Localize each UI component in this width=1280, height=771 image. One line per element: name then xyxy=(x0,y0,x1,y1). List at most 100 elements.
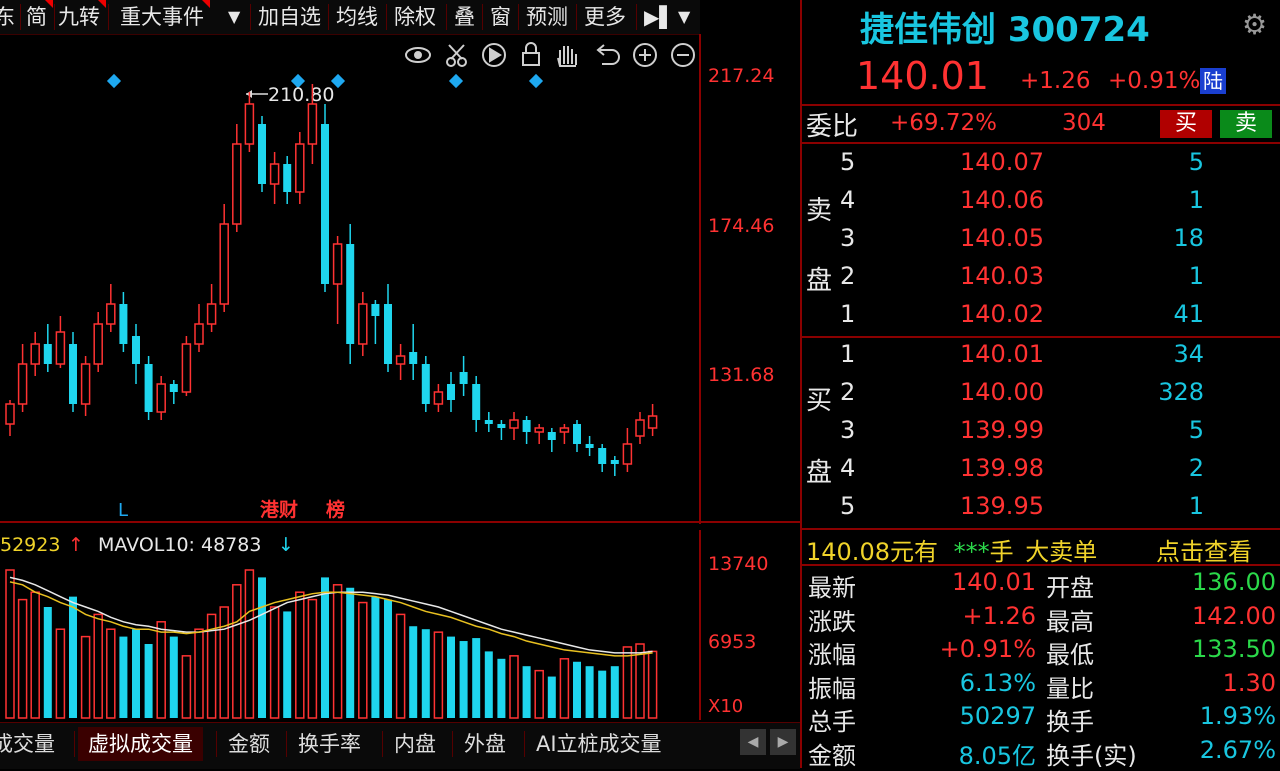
volume-bar[interactable] xyxy=(332,584,343,719)
candle-body[interactable] xyxy=(295,143,305,193)
candle-body[interactable] xyxy=(93,323,103,365)
gear-icon[interactable]: ⚙ xyxy=(1242,8,1267,41)
toolbar-item-overlay[interactable]: 叠 xyxy=(454,3,475,31)
volume-bar[interactable] xyxy=(610,666,619,718)
candle-body[interactable] xyxy=(395,355,406,365)
toolbar-item-window[interactable]: 窗 xyxy=(490,3,511,31)
tab-outer[interactable]: 外盘 xyxy=(464,727,506,761)
candle-body[interactable] xyxy=(384,304,392,364)
candle-body[interactable] xyxy=(421,364,430,404)
event-marker[interactable] xyxy=(528,73,544,89)
volume-bar[interactable] xyxy=(30,591,40,719)
candle-body[interactable] xyxy=(258,124,266,184)
candle-body[interactable] xyxy=(321,124,329,284)
chart-label-l[interactable]: L xyxy=(118,500,128,521)
volume-bar[interactable] xyxy=(156,621,166,719)
play-icon[interactable] xyxy=(482,43,506,67)
tab-amount[interactable]: 金额 xyxy=(228,727,270,761)
candle-body[interactable] xyxy=(307,103,318,145)
volume-bar[interactable] xyxy=(395,613,406,719)
candle-body[interactable] xyxy=(132,336,140,364)
candle-body[interactable] xyxy=(610,460,619,464)
chevron-down-icon[interactable]: ▼ xyxy=(228,3,240,31)
candle-body[interactable] xyxy=(5,403,15,425)
candle-body[interactable] xyxy=(447,384,455,400)
scroll-left-icon[interactable]: ◀ xyxy=(740,729,766,755)
candle-body[interactable] xyxy=(509,419,519,429)
candle-body[interactable] xyxy=(346,244,355,344)
volume-bar[interactable] xyxy=(409,626,418,718)
candle-body[interactable] xyxy=(484,420,493,424)
tab-virtual-volume[interactable]: 虚拟成交量 xyxy=(78,727,203,761)
volume-bar[interactable] xyxy=(17,598,28,719)
asks-price[interactable]: 140.03 xyxy=(960,262,1044,290)
zoom-in-icon[interactable] xyxy=(633,43,657,67)
toolbar-item-ex-rights[interactable]: 除权 xyxy=(394,3,436,31)
volume-bar[interactable] xyxy=(433,631,444,719)
volume-bar[interactable] xyxy=(181,655,192,719)
volume-bar[interactable] xyxy=(585,666,594,718)
volume-bar[interactable] xyxy=(534,669,544,719)
volume-bar[interactable] xyxy=(169,636,178,718)
candle-body[interactable] xyxy=(497,424,506,428)
candle-body[interactable] xyxy=(206,303,217,325)
volume-bar[interactable] xyxy=(321,577,329,718)
candle-body[interactable] xyxy=(80,363,91,405)
candle-body[interactable] xyxy=(358,303,368,345)
volume-bar[interactable] xyxy=(622,646,633,719)
volume-bar[interactable] xyxy=(472,638,481,718)
asks-price[interactable]: 140.06 xyxy=(960,186,1044,214)
candle-body[interactable] xyxy=(647,415,658,429)
candle-body[interactable] xyxy=(156,383,166,413)
volume-bar[interactable] xyxy=(421,629,430,718)
candlestick-chart[interactable]: 210.80 217.24 174.46 131.68 L 港财 榜 xyxy=(0,34,800,524)
volume-bar[interactable] xyxy=(283,611,292,718)
toolbar-item-simplified[interactable]: 简 xyxy=(26,0,53,31)
candle-body[interactable] xyxy=(534,427,544,433)
volume-bar[interactable] xyxy=(80,635,91,719)
candle-body[interactable] xyxy=(194,323,204,345)
chart-label-ganggcai[interactable]: 港财 xyxy=(260,498,298,521)
volume-bar[interactable] xyxy=(358,601,368,719)
candle-body[interactable] xyxy=(30,343,40,365)
volume-bar[interactable] xyxy=(484,651,493,718)
candle-body[interactable] xyxy=(433,391,444,405)
candle-body[interactable] xyxy=(244,103,255,145)
toolbar-item-more[interactable]: 更多 xyxy=(584,3,626,31)
undo-icon[interactable] xyxy=(596,44,620,65)
candle-body[interactable] xyxy=(522,420,531,432)
chevron-down-icon[interactable]: ▼ xyxy=(678,3,690,31)
volume-bar[interactable] xyxy=(119,636,128,718)
volume-bar[interactable] xyxy=(307,598,318,719)
candle-body[interactable] xyxy=(283,164,292,192)
candle-body[interactable] xyxy=(269,163,280,185)
volume-bar[interactable] xyxy=(93,613,103,719)
scissors-icon[interactable] xyxy=(446,44,467,67)
event-marker[interactable] xyxy=(106,73,122,89)
asks-price[interactable]: 140.02 xyxy=(960,300,1044,328)
volume-bar[interactable] xyxy=(269,606,280,719)
candle-body[interactable] xyxy=(144,364,153,412)
volume-bar[interactable] xyxy=(547,676,556,718)
toolbar-item-0[interactable]: 东 xyxy=(0,3,15,31)
candle-body[interactable] xyxy=(585,444,594,448)
big-order-alert[interactable]: 140.08元有 ***手 大卖单 xyxy=(806,532,1097,567)
zoom-out-icon[interactable] xyxy=(671,43,695,67)
candle-body[interactable] xyxy=(232,143,242,225)
view-big-order-link[interactable]: 点击查看 xyxy=(1156,532,1252,567)
volume-bar[interactable] xyxy=(447,636,455,718)
volume-bar[interactable] xyxy=(5,569,15,719)
asks-price[interactable]: 140.07 xyxy=(960,148,1044,176)
scroll-right-icon[interactable]: ▶ xyxy=(770,729,796,755)
chart-label-bang[interactable]: 榜 xyxy=(326,498,345,521)
volume-bar[interactable] xyxy=(522,666,531,718)
eye-icon[interactable] xyxy=(405,47,431,63)
volume-bar[interactable] xyxy=(69,596,77,718)
volume-bar[interactable] xyxy=(106,628,116,719)
candle-body[interactable] xyxy=(169,384,178,392)
candle-body[interactable] xyxy=(106,303,116,325)
volume-bar[interactable] xyxy=(295,591,305,719)
lock-icon[interactable] xyxy=(522,42,540,66)
toolbar-item-forecast[interactable]: 预测 xyxy=(526,3,568,31)
volume-bar[interactable] xyxy=(559,658,570,719)
